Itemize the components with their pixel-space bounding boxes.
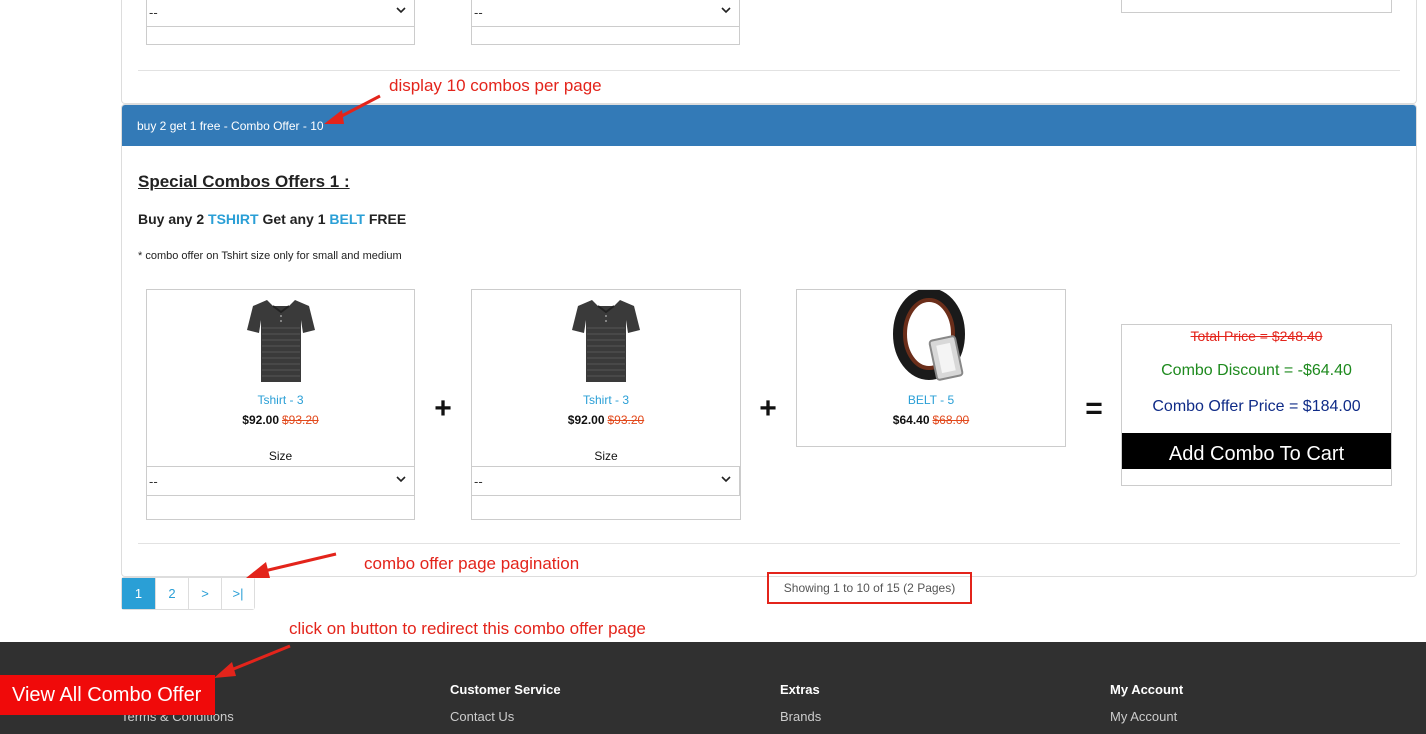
select-spacer	[146, 27, 415, 45]
chevron-down-icon	[721, 476, 731, 483]
combo-product-card: Tshirt - 3 $92.00 $93.20 Size --	[146, 289, 415, 520]
size-label: Size	[268, 449, 293, 463]
footer-link-brands[interactable]: Brands	[780, 709, 821, 724]
select-value: --	[474, 5, 483, 20]
results-count: Showing 1 to 10 of 15 (2 Pages)	[767, 572, 972, 604]
select-value: --	[149, 474, 158, 489]
belt-image[interactable]	[893, 290, 971, 390]
previous-combo-panel: -- --	[121, 0, 1417, 104]
combo-offer-price: Combo Offer Price = $184.00	[1152, 398, 1361, 415]
combo-summary: Total Price = $248.40 Combo Discount = -…	[1121, 324, 1392, 486]
product-price: $64.40 $68.00	[797, 413, 1065, 427]
annotation-arrow-icon	[246, 552, 337, 578]
price-old: $93.20	[607, 413, 645, 427]
offer-item-tshirt[interactable]: TSHIRT	[208, 211, 259, 227]
offer-prefix: Buy any 2	[138, 211, 205, 227]
annotation-per-page: display 10 combos per page	[389, 76, 602, 95]
price-old: $93.20	[282, 413, 319, 427]
footer-link-contact-us[interactable]: Contact Us	[450, 709, 514, 724]
chevron-down-icon	[721, 7, 731, 14]
combo-title: Special Combos Offers 1 :	[138, 172, 350, 191]
price-current: $92.00	[242, 413, 279, 427]
divider	[138, 70, 1400, 71]
size-select[interactable]: --	[146, 0, 415, 27]
divider	[138, 543, 1400, 544]
combo-note: * combo offer on Tshirt size only for sm…	[138, 250, 402, 262]
plus-operator: +	[434, 392, 452, 425]
footer-heading-customer-service: Customer Service	[450, 682, 561, 697]
price-current: $92.00	[567, 413, 605, 427]
view-all-combo-offer-button[interactable]: View All Combo Offer	[0, 675, 215, 715]
product-price: $92.00 $93.20	[472, 413, 740, 427]
page-1-button[interactable]: 1	[122, 578, 155, 609]
product-name-link[interactable]: BELT - 5	[797, 393, 1065, 407]
equals-operator: =	[1085, 392, 1103, 425]
combo-panel-header: buy 2 get 1 free - Combo Offer - 10	[122, 105, 1416, 146]
tshirt-image[interactable]	[245, 296, 317, 384]
previous-summary-box	[1121, 0, 1392, 13]
last-page-button[interactable]: >|	[221, 578, 254, 609]
product-price: $92.00 $93.20	[147, 413, 414, 427]
size-select[interactable]: --	[146, 466, 415, 496]
next-page-button[interactable]: >	[188, 578, 221, 609]
select-value: --	[474, 474, 483, 489]
select-spacer	[471, 27, 740, 45]
tshirt-image[interactable]	[570, 296, 642, 384]
combo-product-card: Tshirt - 3 $92.00 $93.20 Size --	[471, 289, 741, 520]
annotation-arrow-icon	[214, 644, 291, 678]
price-current: $64.40	[892, 413, 930, 427]
size-select[interactable]: --	[471, 0, 740, 27]
select-value: --	[149, 5, 158, 20]
total-price: Total Price = $248.40	[1190, 328, 1323, 344]
offer-item-belt[interactable]: BELT	[329, 211, 365, 227]
offer-description: Buy any 2 TSHIRT Get any 1 BELT FREE	[138, 211, 406, 227]
pagination: 1 2 > >|	[121, 577, 255, 610]
plus-operator: +	[759, 392, 777, 425]
footer-link-my-account[interactable]: My Account	[1110, 709, 1177, 724]
product-name-link[interactable]: Tshirt - 3	[147, 393, 414, 407]
chevron-down-icon	[396, 476, 406, 483]
size-label: Size	[594, 449, 618, 463]
price-old: $68.00	[932, 413, 970, 427]
combo-product-card: BELT - 5 $64.40 $68.00	[796, 289, 1066, 447]
add-combo-to-cart-button[interactable]: Add Combo To Cart	[1122, 433, 1391, 469]
product-name-link[interactable]: Tshirt - 3	[472, 393, 740, 407]
annotation-redirect: click on button to redirect this combo o…	[289, 619, 646, 638]
footer-heading-my-account: My Account	[1110, 682, 1184, 697]
offer-middle: Get any 1	[262, 211, 326, 227]
offer-suffix: FREE	[368, 211, 407, 227]
footer-heading-extras: Extras	[780, 682, 820, 697]
size-select[interactable]: --	[471, 466, 740, 496]
page-2-button[interactable]: 2	[155, 578, 188, 609]
combo-discount: Combo Discount = -$64.40	[1161, 362, 1352, 379]
annotation-arrow-icon	[324, 94, 381, 124]
annotation-pagination: combo offer page pagination	[364, 554, 580, 573]
chevron-down-icon	[396, 7, 406, 14]
